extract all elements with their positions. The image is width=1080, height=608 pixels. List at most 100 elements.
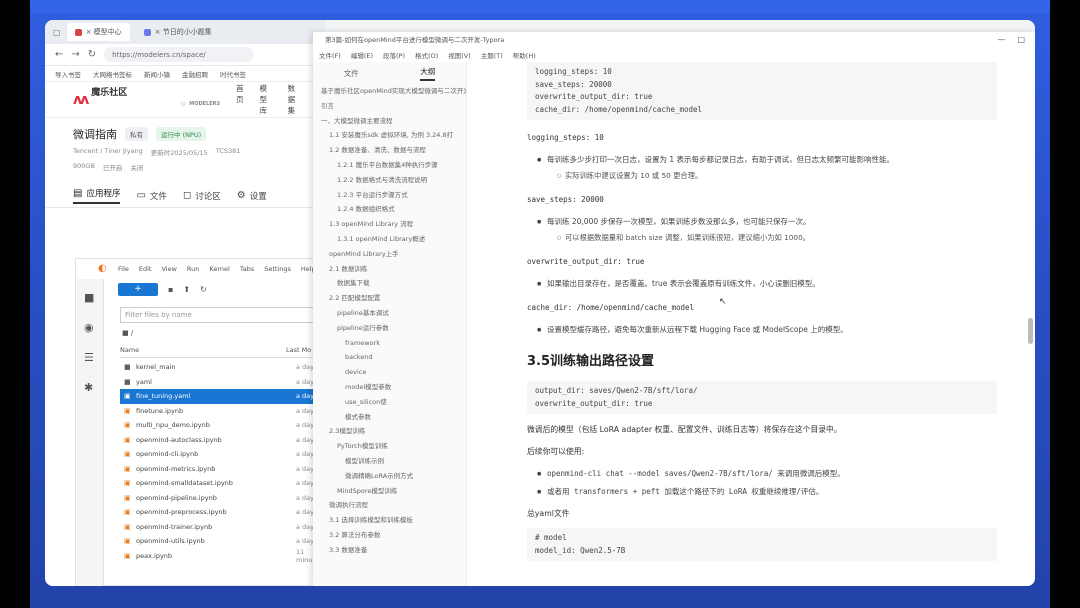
tab-files[interactable]: 文件 [344,68,359,79]
file-row[interactable]: ▣ openmind-autoclass.ipynb a day [120,433,326,448]
outline-item[interactable]: 1.2.2 数据格式与清洗流程说明 [313,173,466,188]
outline-item[interactable]: 引言 [313,99,466,114]
col-modified[interactable]: Last Mo [286,346,311,354]
outline-item[interactable]: 3.3 数据准备 [313,543,466,558]
outline-item[interactable]: 一、大模型微调主要流程 [313,114,466,129]
tab-settings[interactable]: ⚙ 设置 [237,190,267,202]
outline-item[interactable]: device [313,365,466,380]
bookmark-item[interactable]: 金融招聘 [182,69,208,79]
menu-item[interactable]: 文件(F) [319,50,341,60]
file-row[interactable]: ▣ openmind-trainer.ipynb a day [120,520,326,535]
menu-item[interactable]: 视图(V) [448,50,471,60]
file-row[interactable]: ■ kernel_main a day [120,360,326,375]
upload-icon[interactable]: ⬆ [183,285,190,294]
tab-app[interactable]: ▤ 应用程序 [73,187,121,204]
reload-icon[interactable]: ↻ [88,49,96,60]
menu-item[interactable]: 段落(P) [383,50,405,60]
forward-arrow-icon[interactable]: → [71,49,79,60]
outline-item[interactable]: MindSpore模型训练 [313,484,466,499]
outline-item[interactable]: 1.3 openMind Library 流程 [313,217,466,232]
tab-outline[interactable]: 大纲 [420,66,436,81]
menu-item[interactable]: 帮助(H) [513,50,536,60]
outline-item[interactable]: openMind Library上手 [313,247,466,262]
back-arrow-icon[interactable]: ← [55,49,63,60]
outline-item[interactable]: 2.1 数据训练 [313,262,466,277]
outline-item[interactable]: 微调执行流程 [313,498,466,513]
menu-settings[interactable]: Settings [264,265,291,273]
outline-item[interactable]: 1.3.1 openMind Library概述 [313,232,466,247]
outline-item[interactable]: 微调精确LoRA示例方式 [313,469,466,484]
nav-item-models[interactable]: 模型库 [260,83,274,116]
commands-icon[interactable]: ☰ [84,351,94,364]
tab-files[interactable]: ▭ 文件 [136,190,166,202]
menu-tabs[interactable]: Tabs [240,265,254,273]
file-row[interactable]: ▣ openmind-metrics.ipynb a day [120,462,326,477]
site-logo[interactable]: ʌʌ 魔乐社区MODELERS [73,89,220,111]
tab-list-icon[interactable]: ▢ [53,28,61,37]
browser-tab-2[interactable]: × 节日的小小题集 [136,23,220,41]
menu-item[interactable]: 编辑(E) [351,50,373,60]
outline-item[interactable]: 模型训练示例 [313,454,466,469]
outline-item[interactable]: 数据集下载 [313,276,466,291]
outline-item[interactable]: 2.3模型训练 [313,424,466,439]
bookmark-item[interactable]: 新闻小镇 [144,69,170,79]
bookmark-item[interactable]: 大网络书签标 [93,69,132,79]
outline-item[interactable]: 1.1 安装魔乐sdk 虚拟环境, 为例 3.24.8打 [313,128,466,143]
menu-kernel[interactable]: Kernel [209,265,229,273]
tab-discussion[interactable]: ◻ 讨论区 [183,190,221,202]
outline-item[interactable]: 基于魔乐社区openMind实现大模型微调与二次开发全流程 [313,84,466,99]
file-row[interactable]: ■ yaml a day [120,375,326,390]
maximize-icon[interactable]: □ [1017,32,1025,48]
new-launcher-button[interactable]: + [118,283,158,296]
col-name[interactable]: Name [120,346,139,354]
file-row[interactable]: ▣ openmind-utils.ipynb a day [120,534,326,549]
outline-item[interactable]: 3.1 选择训练模型和训练模板 [313,513,466,528]
outline-item[interactable]: backend [313,350,466,365]
running-icon[interactable]: ◉ [84,321,94,334]
bookmark-item[interactable]: 导入书签 [55,69,81,79]
extension-icon[interactable]: ✱ [84,381,93,394]
outline-item[interactable]: framework [313,336,466,351]
nav-item-home[interactable]: 首页 [236,83,245,116]
outline-item[interactable]: 1.2.1 魔乐平台数据集4种执行步骤 [313,158,466,173]
code-block[interactable]: output_dir: saves/Qwen2-7B/sft/lora/over… [527,381,997,414]
nav-item-datasets[interactable]: 数据集 [288,83,302,116]
menu-item[interactable]: 格式(O) [415,50,438,60]
file-row[interactable]: ▣ openmind-smalldataset.ipynb a day [120,476,326,491]
minimize-icon[interactable]: — [997,32,1005,48]
outline-item[interactable]: PyTorch模型训练 [313,439,466,454]
folder-icon[interactable]: ■ [84,291,94,304]
new-folder-icon[interactable]: ▪ [168,285,173,294]
app-owner[interactable]: Tencent / Tiner Jiyang [73,147,143,157]
outline-item[interactable]: 2.2 匹配模型配置 [313,291,466,306]
file-row[interactable]: ▣ multi_npu_demo.ipynb a day [120,418,326,433]
file-row[interactable]: ▣ peax.ipynb 11 minutes [120,548,326,564]
outline-item[interactable]: 1.2 数据准备、清洗、数据与流程 [313,143,466,158]
outline-item[interactable]: model模型参数 [313,380,466,395]
file-row[interactable]: ▣ openmind-pipeline.ipynb a day [120,491,326,506]
menu-view[interactable]: View [161,265,176,273]
code-block[interactable]: # model model_id: Qwen2.5-7B [527,528,997,561]
menu-file[interactable]: File [118,265,129,273]
outline-item[interactable]: 1.2.3 平台运行步骤方式 [313,188,466,203]
outline-item[interactable]: use_silicon使 [313,395,466,410]
menu-item[interactable]: 主题(T) [481,50,503,60]
menu-edit[interactable]: Edit [139,265,152,273]
address-bar[interactable]: https://modelers.cn/space/ [104,47,255,62]
file-row[interactable]: ▣ finetune.ipynb a day [120,404,326,419]
outline-item[interactable]: pipeline运行参数 [313,321,466,336]
outline-item[interactable]: 模式参数 [313,410,466,425]
file-filter-input[interactable]: Filter files by name [120,307,320,323]
outline-item[interactable]: pipeline基本调试 [313,306,466,321]
scrollbar-thumb[interactable] [1028,318,1033,344]
outline-item[interactable]: 1.2.4 数据组织格式 [313,202,466,217]
file-row[interactable]: ▣ fine_tuning.yaml a day [120,389,326,404]
file-row[interactable]: ▣ openmind-preprocess.ipynb a day [120,505,326,520]
refresh-icon[interactable]: ↻ [200,285,207,294]
breadcrumb[interactable]: ■ / [122,329,133,337]
file-row[interactable]: ▣ openmind-cli.ipynb a day [120,447,326,462]
outline-item[interactable]: 3.2 算法分布参数 [313,528,466,543]
bookmark-item[interactable]: 时代书签 [220,69,246,79]
browser-tab-1[interactable]: × 模型中心 [66,23,130,41]
code-block[interactable]: logging_steps: 10 save_steps: 20000 overwr… [527,62,997,120]
